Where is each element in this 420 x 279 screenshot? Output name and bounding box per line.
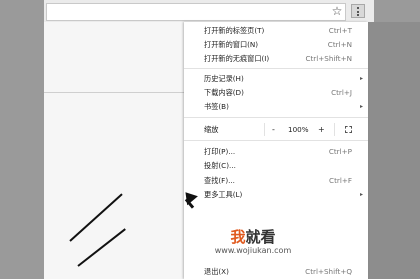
- menu-item-print[interactable]: 打印(P)... Ctrl+P: [184, 145, 368, 158]
- menu-separator: [184, 117, 368, 118]
- zoom-divider: [334, 123, 335, 136]
- menu-item-cast[interactable]: 投射(C)...: [184, 159, 368, 172]
- zoom-divider: [264, 123, 265, 136]
- menu-item-incognito[interactable]: 打开新的无痕窗口(I) Ctrl+Shift+N: [184, 52, 368, 65]
- menu-item-downloads[interactable]: 下载内容(D) Ctrl+J: [184, 86, 368, 99]
- menu-item-label: 历史记录(H): [204, 74, 244, 83]
- submenu-arrow-icon: ▸: [359, 75, 363, 82]
- menu-item-label: 打开新的标签页(T): [204, 26, 265, 35]
- menu-item-find[interactable]: 查找(F)... Ctrl+F: [184, 174, 368, 187]
- menu-item-shortcut: Ctrl+N: [327, 40, 352, 49]
- menu-item-shortcut: Ctrl+P: [328, 147, 352, 156]
- menu-item-new-window[interactable]: 打开新的窗口(N) Ctrl+N: [184, 38, 368, 51]
- zoom-in-button[interactable]: +: [318, 123, 325, 136]
- submenu-arrow-icon: ▸: [359, 103, 363, 110]
- menu-item-label: 书签(B): [204, 102, 229, 111]
- menu-item-zoom: 缩放 - 100% +: [184, 123, 368, 136]
- submenu-arrow-icon: ▸: [359, 191, 363, 198]
- watermark: 我就看 www.wojiukan.com: [188, 228, 318, 268]
- menu-item-new-tab[interactable]: 打开新的标签页(T) Ctrl+T: [184, 24, 368, 37]
- watermark-logo-text: 我就看: [188, 228, 318, 246]
- menu-item-label: 投射(C)...: [204, 161, 236, 170]
- menu-item-shortcut: Ctrl+T: [328, 26, 352, 35]
- menu-separator: [184, 140, 368, 141]
- address-bar[interactable]: [46, 3, 346, 21]
- watermark-url: www.wojiukan.com: [214, 246, 292, 255]
- menu-item-label: 打开新的窗口(N): [204, 40, 259, 49]
- watermark-chars: 就看: [245, 228, 276, 246]
- menu-item-shortcut: Ctrl+F: [329, 176, 352, 185]
- fullscreen-icon[interactable]: [345, 126, 352, 133]
- menu-item-history[interactable]: 历史记录(H) ▸: [184, 72, 368, 85]
- menu-item-label: 打印(P)...: [204, 147, 236, 156]
- menu-item-label: 更多工具(L): [204, 190, 243, 199]
- menu-item-label: 打开新的无痕窗口(I): [204, 54, 270, 63]
- zoom-out-button[interactable]: -: [272, 123, 275, 136]
- star-icon[interactable]: ☆: [330, 4, 344, 18]
- menu-item-shortcut: Ctrl+J: [331, 88, 352, 97]
- menu-separator: [184, 68, 368, 69]
- menu-item-shortcut: Ctrl+Shift+N: [305, 54, 352, 63]
- menu-item-label: 缩放: [204, 125, 219, 134]
- page-content: [44, 22, 184, 279]
- kebab-menu-icon[interactable]: [351, 4, 365, 18]
- menu-item-label: 下载内容(D): [204, 88, 244, 97]
- menu-item-bookmarks[interactable]: 书签(B) ▸: [184, 100, 368, 113]
- page-backdrop: [368, 22, 420, 279]
- watermark-char-accent: 我: [230, 228, 246, 246]
- menu-item-label: 查找(F)...: [204, 176, 235, 185]
- zoom-level: 100%: [288, 125, 309, 134]
- menu-item-more-tools[interactable]: 更多工具(L) ▸: [184, 188, 368, 201]
